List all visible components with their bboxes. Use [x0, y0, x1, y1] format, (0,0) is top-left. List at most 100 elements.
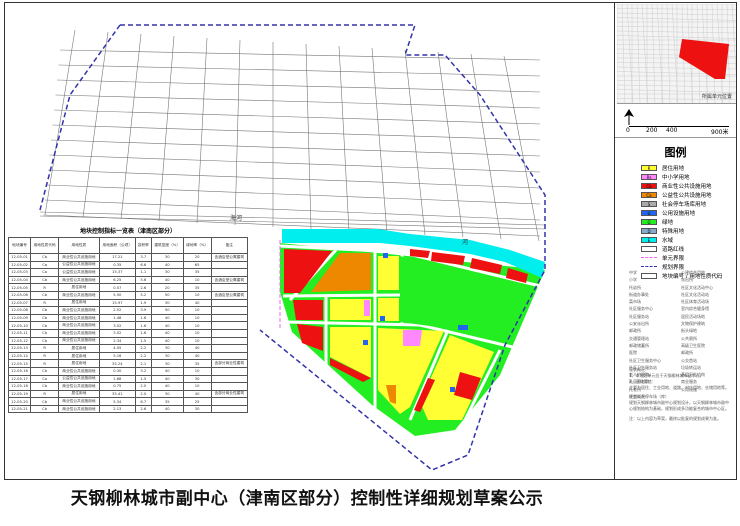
table-cell: 40 [150, 321, 184, 330]
table-cell: 居住用地 [58, 359, 100, 368]
table-cell: 12-05-07 [7, 298, 32, 308]
table-cell [210, 298, 249, 308]
table-cell: 0.75 [98, 382, 136, 391]
table-row: 12-05-21 Cb 商业性公共设施用地 2.13 2.6 40 30 [7, 404, 249, 414]
existing-street-grid [39, 29, 546, 242]
table-cell: 10 [182, 306, 212, 315]
table-cell: 35.41 [98, 389, 136, 399]
table-cell: 12-05-03 [7, 268, 32, 277]
table-row: 12-05-07 R 居住用地 15.97 1.9 30 40 [7, 298, 249, 308]
table-cell: 3.9 [134, 306, 152, 315]
table-cell: 10 [182, 328, 212, 338]
table-row: 12-05-16 Cb 商业性公共设施用地 0.30 3.2 40 10 [7, 366, 249, 376]
table-cell: 10 [182, 321, 212, 330]
table-cell: 商业性公共设施用地 [58, 253, 100, 262]
legend-swatch: D [641, 227, 657, 234]
scale-bar: 0 200 400 900米 [621, 107, 731, 137]
facility-item: 公安派出所 [629, 321, 649, 327]
table-cell: 2.0 [134, 382, 152, 391]
column-header: 用地面积（公顷） [98, 237, 136, 254]
table-row: 12-05-05 R 居住用地 0.57 2.6 20 35 [7, 283, 249, 292]
table-cell: 5.2 [134, 290, 152, 300]
table-cell: 12-05-11 [7, 328, 32, 338]
column-header: 容积率 [134, 237, 152, 254]
table-cell: R [30, 351, 60, 361]
legend-label: 公用设施用地 [662, 210, 696, 217]
table-row: 12-05-11 Cb 商业性公共设施用地 3.02 1.6 40 10 [7, 328, 249, 338]
table-cell: 12-05-04 [7, 275, 32, 285]
facility-item: 居民活动场地 [681, 313, 705, 319]
column-header: 用地性质 [58, 237, 100, 254]
table-cell: 35 [182, 268, 212, 277]
table-row: 12-05-10 Cb 商业性公共设施用地 3.52 1.6 40 10 [7, 321, 249, 330]
legend-title: 图例 [664, 146, 687, 159]
page-title: 天钢柳林城市副中心（津南区部分）控制性详细规划草案公示 [70, 489, 544, 509]
legend-item: D 特殊用地 [641, 226, 736, 235]
legend-item: Ca 公益性公共设施用地 [641, 190, 736, 199]
parcel-utility [363, 340, 368, 345]
legend-swatch: E [641, 236, 657, 243]
column-header: 备注 [210, 237, 249, 254]
north-arrow-icon [624, 109, 729, 128]
legend-item: 道路红线 [641, 244, 736, 253]
table-cell: 居住用地 [58, 344, 100, 353]
table-cell: 12-05-20 [7, 397, 32, 406]
table-cell: Cb [30, 313, 60, 323]
notes-text: 注：以上内容为草案，最终以批复的规划成果为准。 [629, 416, 721, 421]
table-row: 12-05-02 Ca 公益性公共设施用地 0.35 6.6 40 65 [7, 260, 249, 270]
table-cell: 0.30 [98, 366, 136, 376]
table-cell: 40 [150, 275, 184, 285]
table-cell: 40 [150, 260, 184, 270]
table-cell: 商业性公共设施用地 [58, 404, 100, 414]
table-cell: 1.5 [134, 374, 152, 384]
table-cell: 30 [150, 351, 184, 361]
facility-item: 交通管理站 [629, 335, 649, 341]
legend-label: 中小学用地 [662, 174, 690, 181]
table-cell: 10 [182, 336, 212, 346]
parcel-utility [450, 387, 455, 392]
table-cell: 公益性公共设施用地 [58, 374, 100, 384]
table-cell [210, 374, 249, 384]
table-cell: 15.37 [98, 268, 136, 277]
river-label: 海河 [230, 214, 242, 222]
legend: 图例 R 居住用地 Rs 中小学用地 Cb 商业性公共设施用地 Ca 公益性公共设施用地 S 社会… [615, 137, 736, 280]
scale-tick: 200 [646, 127, 658, 134]
table-row: 12-05-09 Cb 商业性公共设施用地 1.48 1.6 40 10 [7, 313, 249, 323]
table-cell [210, 397, 249, 406]
table-cell: 3.7 [134, 253, 152, 262]
facility-item: 社区体育活动场 [681, 299, 709, 305]
table-cell: 12-05-19 [7, 389, 32, 399]
table-cell [210, 328, 249, 338]
table-row: 12-05-08 Cb 商业性公共设施用地 2.52 3.9 50 10 [7, 306, 249, 315]
table-cell: 40 [182, 298, 212, 308]
table-cell: 5.50 [98, 290, 136, 300]
legend-label: 居住用地 [662, 165, 685, 172]
table-cell: 0.35 [98, 260, 136, 270]
table-cell: R [30, 298, 60, 308]
table-cell: 商业性公共设施用地 [58, 366, 100, 376]
table-cell: 35 [182, 283, 212, 292]
table-cell: 40 [150, 328, 184, 338]
facility-item: 公交首站 [681, 357, 697, 363]
legend-label: 社会停车场库用地 [662, 201, 707, 208]
table-cell: Cb [30, 397, 60, 406]
table-cell: 公益性公共设施用地 [58, 268, 100, 277]
legend-label: 公益性公共设施用地 [662, 192, 712, 199]
table-cell: 12-05-08 [7, 306, 32, 315]
table-cell: 公益性公共设施用地 [58, 260, 100, 270]
location-inset-map: 所属单元位置 [617, 4, 736, 104]
unit-location-highlight [679, 39, 729, 79]
legend-label: 特殊用地 [662, 228, 685, 235]
facility-item: 文物保护建筑 [681, 321, 705, 327]
table-cell: 30 [150, 298, 184, 308]
table-cell: 1.6 [134, 321, 152, 330]
right-panel: 所属单元位置 0 200 400 900米 图例 R 居住用地 Rs 中小学用地 Cb 商… [614, 2, 737, 480]
parcel-residential [378, 256, 399, 290]
legend-label: 道路红线 [662, 246, 685, 253]
table-cell: R [30, 389, 60, 399]
table-cell: 30 [150, 359, 184, 368]
inset-city-map [617, 4, 736, 103]
column-header: 用地性质代码 [30, 237, 60, 254]
legend-item: U 公用设施用地 [641, 208, 736, 217]
table-cell: 商业性公共设施用地 [58, 328, 100, 338]
